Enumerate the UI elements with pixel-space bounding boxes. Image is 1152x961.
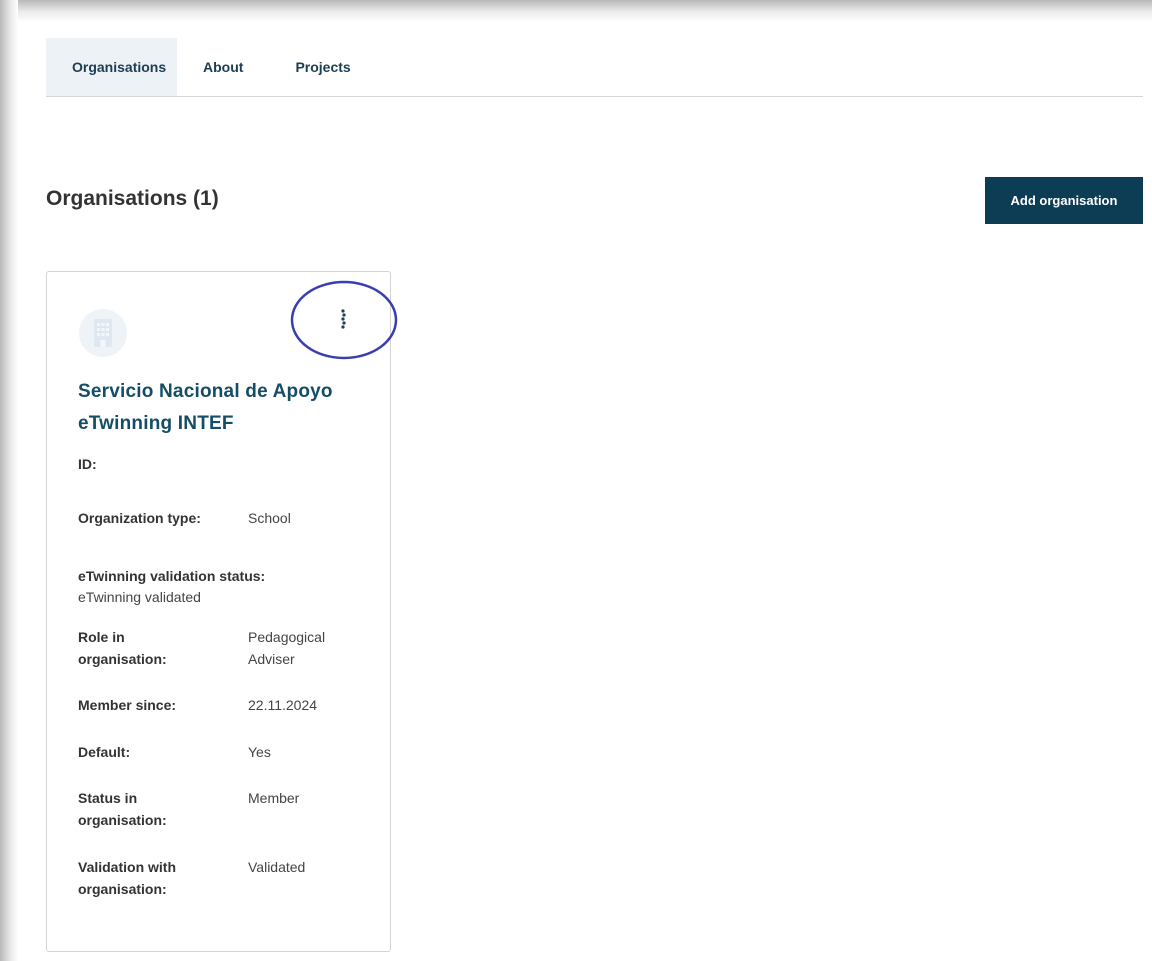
status-label: Status in organisation: xyxy=(78,790,167,828)
organisation-card: Servicio Nacional de Apoyo eTwinning INT… xyxy=(46,271,398,952)
validation-with-organisation-value: Validated xyxy=(248,859,306,875)
organization-type-value: School xyxy=(248,510,291,526)
status-value: Member xyxy=(248,790,300,806)
member-since-value: 22.11.2024 xyxy=(248,697,318,713)
window-shadow-left xyxy=(0,0,18,961)
tab-organisations[interactable]: Organisations xyxy=(46,38,177,96)
add-organisation-button[interactable]: Add organisation xyxy=(985,177,1143,224)
default-value: Yes xyxy=(248,744,271,760)
role-value: Pedagogical Adviser xyxy=(248,629,326,667)
default-label: Default: xyxy=(78,744,131,760)
page: Organisations About Projects Organisatio… xyxy=(0,0,1152,961)
tab-about[interactable]: About xyxy=(177,38,269,96)
validation-status-label: eTwinning validation status: xyxy=(78,568,266,584)
kebab-menu-icon[interactable] xyxy=(332,305,356,333)
organisation-name[interactable]: Servicio Nacional de Apoyo eTwinning INT… xyxy=(78,376,368,440)
page-title: Organisations (1) xyxy=(46,187,219,210)
tab-projects[interactable]: Projects xyxy=(269,38,376,96)
validation-with-organisation-label: Validation with organisation: xyxy=(78,859,177,897)
id-label: ID: xyxy=(78,456,97,472)
validation-status-value: eTwinning validated xyxy=(78,589,201,605)
window-shadow-top xyxy=(0,0,1152,22)
building-icon xyxy=(79,309,127,357)
tab-bar: Organisations About Projects xyxy=(46,38,1143,97)
organization-type-label: Organization type: xyxy=(78,510,201,526)
role-label: Role in organisation: xyxy=(78,629,167,667)
member-since-label: Member since: xyxy=(78,697,177,713)
